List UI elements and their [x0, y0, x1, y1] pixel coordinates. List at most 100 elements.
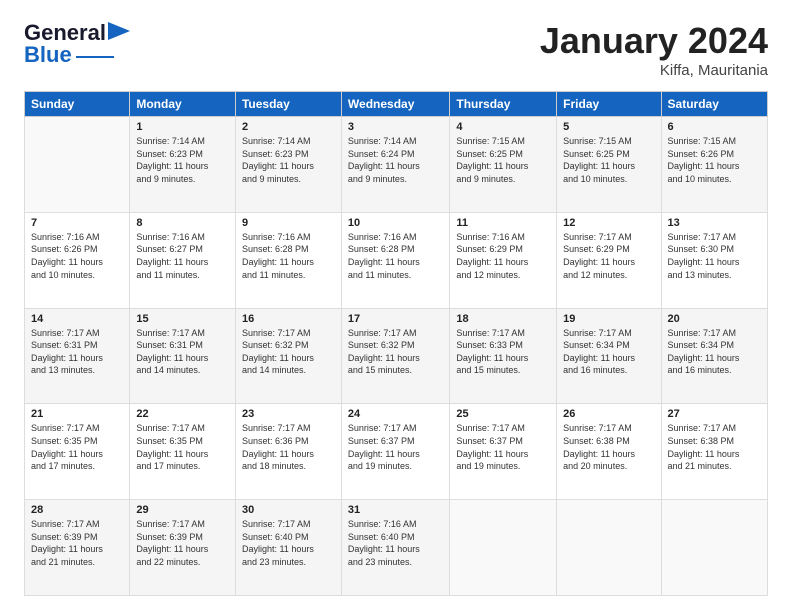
day-number: 28 [31, 504, 123, 516]
calendar-cell: 9 Sunrise: 7:16 AM Sunset: 6:28 PM Daylig… [235, 212, 341, 308]
calendar-cell: 28 Sunrise: 7:17 AM Sunset: 6:39 PM Dayli… [25, 500, 130, 596]
day-info: Sunrise: 7:17 AM Sunset: 6:32 PM Dayligh… [242, 327, 335, 377]
day-number: 21 [31, 408, 123, 420]
calendar-cell: 31Sunrise: 7:16 AM Sunset: 6:40 PM Dayli… [341, 500, 449, 596]
calendar-cell: 19 Sunrise: 7:17 AM Sunset: 6:34 PM Dayli… [557, 308, 661, 404]
day-number: 10 [348, 217, 443, 229]
col-thursday: Thursday [450, 92, 557, 117]
calendar-cell [25, 117, 130, 213]
calendar-cell: 4Sunrise: 7:15 AM Sunset: 6:25 PM Daylig… [450, 117, 557, 213]
day-info: Sunrise: 7:17 AM Sunset: 6:34 PM Dayligh… [668, 327, 761, 377]
calendar-cell [450, 500, 557, 596]
calendar-cell: 22 Sunrise: 7:17 AM Sunset: 6:35 PM Dayli… [130, 404, 236, 500]
calendar-cell: 15Sunrise: 7:17 AM Sunset: 6:31 PM Dayli… [130, 308, 236, 404]
calendar-cell: 6 Sunrise: 7:15 AM Sunset: 6:26 PM Daylig… [661, 117, 767, 213]
calendar-cell: 2 Sunrise: 7:14 AM Sunset: 6:23 PM Daylig… [235, 117, 341, 213]
header: General Blue January 2024 Kiffa, Maurita… [24, 20, 768, 79]
col-friday: Friday [557, 92, 661, 117]
calendar-cell: 26 Sunrise: 7:17 AM Sunset: 6:38 PM Dayli… [557, 404, 661, 500]
day-info: Sunrise: 7:17 AM Sunset: 6:35 PM Dayligh… [136, 422, 229, 472]
week-row-3: 14 Sunrise: 7:17 AM Sunset: 6:31 PM Dayli… [25, 308, 768, 404]
calendar-cell: 3 Sunrise: 7:14 AM Sunset: 6:24 PM Daylig… [341, 117, 449, 213]
calendar-cell: 17 Sunrise: 7:17 AM Sunset: 6:32 PM Dayli… [341, 308, 449, 404]
day-number: 13 [668, 217, 761, 229]
week-row-5: 28 Sunrise: 7:17 AM Sunset: 6:39 PM Dayli… [25, 500, 768, 596]
day-number: 7 [31, 217, 123, 229]
month-title: January 2024 [540, 20, 768, 62]
calendar-cell: 5 Sunrise: 7:15 AM Sunset: 6:25 PM Daylig… [557, 117, 661, 213]
day-info: Sunrise: 7:17 AM Sunset: 6:38 PM Dayligh… [563, 422, 654, 472]
day-info: Sunrise: 7:16 AM Sunset: 6:29 PM Dayligh… [456, 231, 550, 281]
col-sunday: Sunday [25, 92, 130, 117]
day-info: Sunrise: 7:17 AM Sunset: 6:31 PM Dayligh… [31, 327, 123, 377]
day-number: 25 [456, 408, 550, 420]
day-number: 6 [668, 121, 761, 133]
day-info: Sunrise: 7:17 AM Sunset: 6:38 PM Dayligh… [668, 422, 761, 472]
header-row: Sunday Monday Tuesday Wednesday Thursday… [25, 92, 768, 117]
calendar-cell: 24Sunrise: 7:17 AM Sunset: 6:37 PM Dayli… [341, 404, 449, 500]
day-info: Sunrise: 7:17 AM Sunset: 6:40 PM Dayligh… [242, 518, 335, 568]
day-number: 5 [563, 121, 654, 133]
day-number: 17 [348, 313, 443, 325]
day-number: 14 [31, 313, 123, 325]
calendar-cell: 27 Sunrise: 7:17 AM Sunset: 6:38 PM Dayli… [661, 404, 767, 500]
day-info: Sunrise: 7:17 AM Sunset: 6:33 PM Dayligh… [456, 327, 550, 377]
page: General Blue January 2024 Kiffa, Maurita… [0, 0, 792, 612]
calendar-table: Sunday Monday Tuesday Wednesday Thursday… [24, 91, 768, 596]
logo: General Blue [24, 20, 130, 68]
location-subtitle: Kiffa, Mauritania [540, 62, 768, 79]
day-number: 4 [456, 121, 550, 133]
calendar-cell: 25 Sunrise: 7:17 AM Sunset: 6:37 PM Dayli… [450, 404, 557, 500]
calendar-cell [661, 500, 767, 596]
calendar-cell: 23Sunrise: 7:17 AM Sunset: 6:36 PM Dayli… [235, 404, 341, 500]
day-info: Sunrise: 7:17 AM Sunset: 6:39 PM Dayligh… [31, 518, 123, 568]
col-monday: Monday [130, 92, 236, 117]
day-number: 18 [456, 313, 550, 325]
calendar-cell: 14 Sunrise: 7:17 AM Sunset: 6:31 PM Dayli… [25, 308, 130, 404]
day-info: Sunrise: 7:16 AM Sunset: 6:28 PM Dayligh… [242, 231, 335, 281]
day-info: Sunrise: 7:17 AM Sunset: 6:37 PM Dayligh… [348, 422, 443, 472]
day-number: 9 [242, 217, 335, 229]
day-info: Sunrise: 7:15 AM Sunset: 6:25 PM Dayligh… [563, 135, 654, 185]
day-info: Sunrise: 7:17 AM Sunset: 6:39 PM Dayligh… [136, 518, 229, 568]
calendar-cell: 13 Sunrise: 7:17 AM Sunset: 6:30 PM Dayli… [661, 212, 767, 308]
day-info: Sunrise: 7:17 AM Sunset: 6:34 PM Dayligh… [563, 327, 654, 377]
day-number: 23 [242, 408, 335, 420]
col-tuesday: Tuesday [235, 92, 341, 117]
day-number: 3 [348, 121, 443, 133]
calendar-cell: 8Sunrise: 7:16 AM Sunset: 6:27 PM Daylig… [130, 212, 236, 308]
day-number: 2 [242, 121, 335, 133]
logo-underline [76, 56, 114, 58]
calendar-cell: 12 Sunrise: 7:17 AM Sunset: 6:29 PM Dayli… [557, 212, 661, 308]
calendar-cell: 7Sunrise: 7:16 AM Sunset: 6:26 PM Daylig… [25, 212, 130, 308]
day-number: 11 [456, 217, 550, 229]
day-number: 26 [563, 408, 654, 420]
col-wednesday: Wednesday [341, 92, 449, 117]
calendar-cell: 11 Sunrise: 7:16 AM Sunset: 6:29 PM Dayli… [450, 212, 557, 308]
day-number: 30 [242, 504, 335, 516]
calendar-cell: 21Sunrise: 7:17 AM Sunset: 6:35 PM Dayli… [25, 404, 130, 500]
day-info: Sunrise: 7:14 AM Sunset: 6:23 PM Dayligh… [242, 135, 335, 185]
calendar-cell: 10 Sunrise: 7:16 AM Sunset: 6:28 PM Dayli… [341, 212, 449, 308]
day-number: 12 [563, 217, 654, 229]
day-number: 27 [668, 408, 761, 420]
calendar-cell: 20Sunrise: 7:17 AM Sunset: 6:34 PM Dayli… [661, 308, 767, 404]
day-info: Sunrise: 7:17 AM Sunset: 6:32 PM Dayligh… [348, 327, 443, 377]
col-saturday: Saturday [661, 92, 767, 117]
day-info: Sunrise: 7:16 AM Sunset: 6:28 PM Dayligh… [348, 231, 443, 281]
day-info: Sunrise: 7:15 AM Sunset: 6:26 PM Dayligh… [668, 135, 761, 185]
day-info: Sunrise: 7:16 AM Sunset: 6:40 PM Dayligh… [348, 518, 443, 568]
day-number: 1 [136, 121, 229, 133]
day-info: Sunrise: 7:17 AM Sunset: 6:29 PM Dayligh… [563, 231, 654, 281]
calendar-cell [557, 500, 661, 596]
calendar-cell: 16Sunrise: 7:17 AM Sunset: 6:32 PM Dayli… [235, 308, 341, 404]
logo-blue: Blue [24, 42, 72, 68]
week-row-4: 21 Sunrise: 7:17 AM Sunset: 6:35 PM Dayli… [25, 404, 768, 500]
day-number: 19 [563, 313, 654, 325]
day-info: Sunrise: 7:14 AM Sunset: 6:24 PM Dayligh… [348, 135, 443, 185]
day-info: Sunrise: 7:17 AM Sunset: 6:30 PM Dayligh… [668, 231, 761, 281]
day-number: 8 [136, 217, 229, 229]
day-number: 22 [136, 408, 229, 420]
day-info: Sunrise: 7:17 AM Sunset: 6:37 PM Dayligh… [456, 422, 550, 472]
calendar-cell: 1Sunrise: 7:14 AM Sunset: 6:23 PM Daylig… [130, 117, 236, 213]
